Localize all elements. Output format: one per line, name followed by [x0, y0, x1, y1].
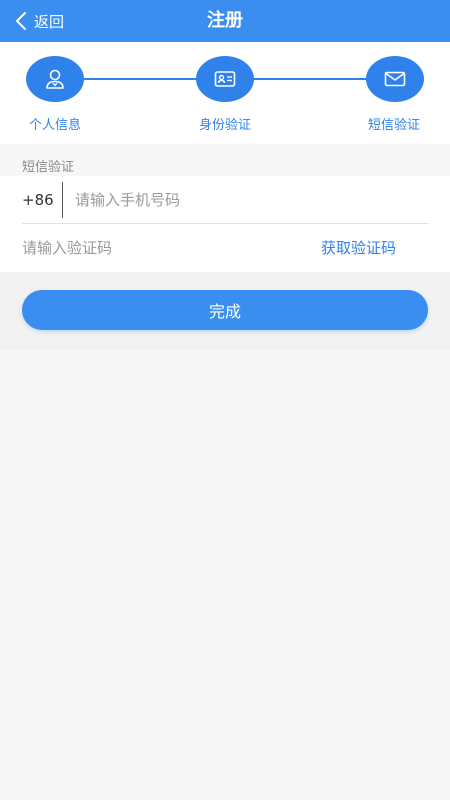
step-connector	[84, 78, 198, 80]
section-title: 短信验证	[22, 160, 75, 175]
country-code[interactable]: +86	[22, 176, 54, 224]
back-label: 返回	[34, 12, 65, 31]
verification-code-input[interactable]	[22, 224, 282, 272]
get-code-button[interactable]: 获取验证码	[321, 224, 396, 272]
page-title: 注册	[207, 10, 243, 31]
register-screen: 返回 注册 个人信息 身份验证 短信验证 短信验证 +86 请输入手机号码 请输…	[0, 0, 450, 800]
mail-icon	[384, 71, 406, 87]
step-connector	[254, 78, 368, 80]
finish-button[interactable]: 完成	[22, 290, 428, 330]
id-card-icon	[214, 71, 236, 87]
prefix-divider	[62, 182, 63, 218]
sms-form: +86 获取验证码	[0, 176, 450, 272]
step-1-circle	[26, 56, 84, 102]
step-3-circle	[366, 56, 424, 102]
submit-area: 完成	[0, 272, 450, 350]
back-button[interactable]: 返回	[14, 0, 64, 42]
user-icon	[46, 69, 64, 89]
app-header: 返回 注册	[0, 0, 450, 42]
step-2-circle	[196, 56, 254, 102]
step-2-label: 身份验证	[198, 118, 251, 133]
step-indicator: 个人信息 身份验证 短信验证	[0, 42, 450, 144]
step-3-label: 短信验证	[367, 118, 420, 133]
code-row: 获取验证码	[0, 224, 450, 272]
phone-input[interactable]	[75, 176, 415, 224]
chevron-left-icon	[16, 12, 26, 30]
step-1-label: 个人信息	[28, 118, 81, 133]
phone-row: +86	[0, 176, 450, 224]
